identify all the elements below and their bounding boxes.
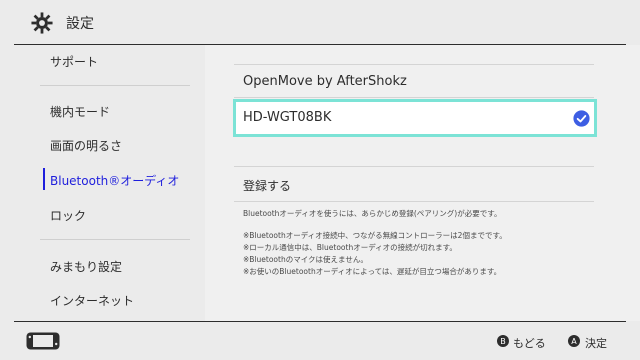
back-label[interactable]: もどる	[513, 335, 546, 351]
info-note: ※Bluetoothのマイクは使えません。	[243, 255, 368, 264]
sidebar-item-support[interactable]: サポート	[50, 53, 98, 70]
sidebar-item-bluetooth-audio[interactable]: Bluetooth®オーディオ	[50, 172, 179, 189]
device-item-openmove[interactable]: OpenMove by AfterShokz	[243, 74, 407, 89]
sidebar-divider	[40, 85, 190, 86]
header: 設定	[0, 0, 640, 45]
svg-text:B: B	[500, 337, 506, 346]
page-title: 設定	[66, 16, 94, 32]
checkmark-icon	[573, 110, 590, 127]
b-button-icon[interactable]: B	[497, 335, 509, 347]
list-divider	[234, 201, 594, 202]
info-note: ※お使いのBluetoothオーディオによっては、遅延が目立つ場合があります。	[243, 267, 502, 276]
svg-text:A: A	[571, 337, 577, 346]
info-note: ※Bluetoothオーディオ接続中、つながる無線コントローラーは2個までです。	[243, 231, 507, 240]
gear-icon	[31, 12, 53, 34]
sidebar-item-parental-controls[interactable]: みまもり設定	[50, 258, 122, 275]
info-text: Bluetoothオーディオを使うには、あらかじめ登録(ペアリング)が必要です。	[243, 209, 502, 218]
a-button-icon[interactable]: A	[568, 335, 580, 347]
list-divider	[234, 97, 594, 98]
console-icon	[26, 332, 60, 350]
register-button[interactable]: 登録する	[243, 177, 291, 194]
sidebar-divider	[40, 239, 190, 240]
sidebar-item-internet[interactable]: インターネット	[50, 292, 134, 309]
list-divider	[234, 64, 594, 65]
sidebar-item-lock[interactable]: ロック	[50, 207, 86, 224]
info-note: ※ローカル通信中は、Bluetoothオーディオの接続が切れます。	[243, 243, 457, 252]
device-item-label: HD-WGT08BK	[243, 110, 332, 125]
list-divider	[234, 166, 594, 167]
ok-label[interactable]: 決定	[585, 335, 607, 351]
sidebar-item-airplane-mode[interactable]: 機内モード	[50, 103, 110, 120]
sidebar-item-brightness[interactable]: 画面の明るさ	[50, 137, 122, 154]
sidebar-active-indicator	[43, 168, 45, 190]
